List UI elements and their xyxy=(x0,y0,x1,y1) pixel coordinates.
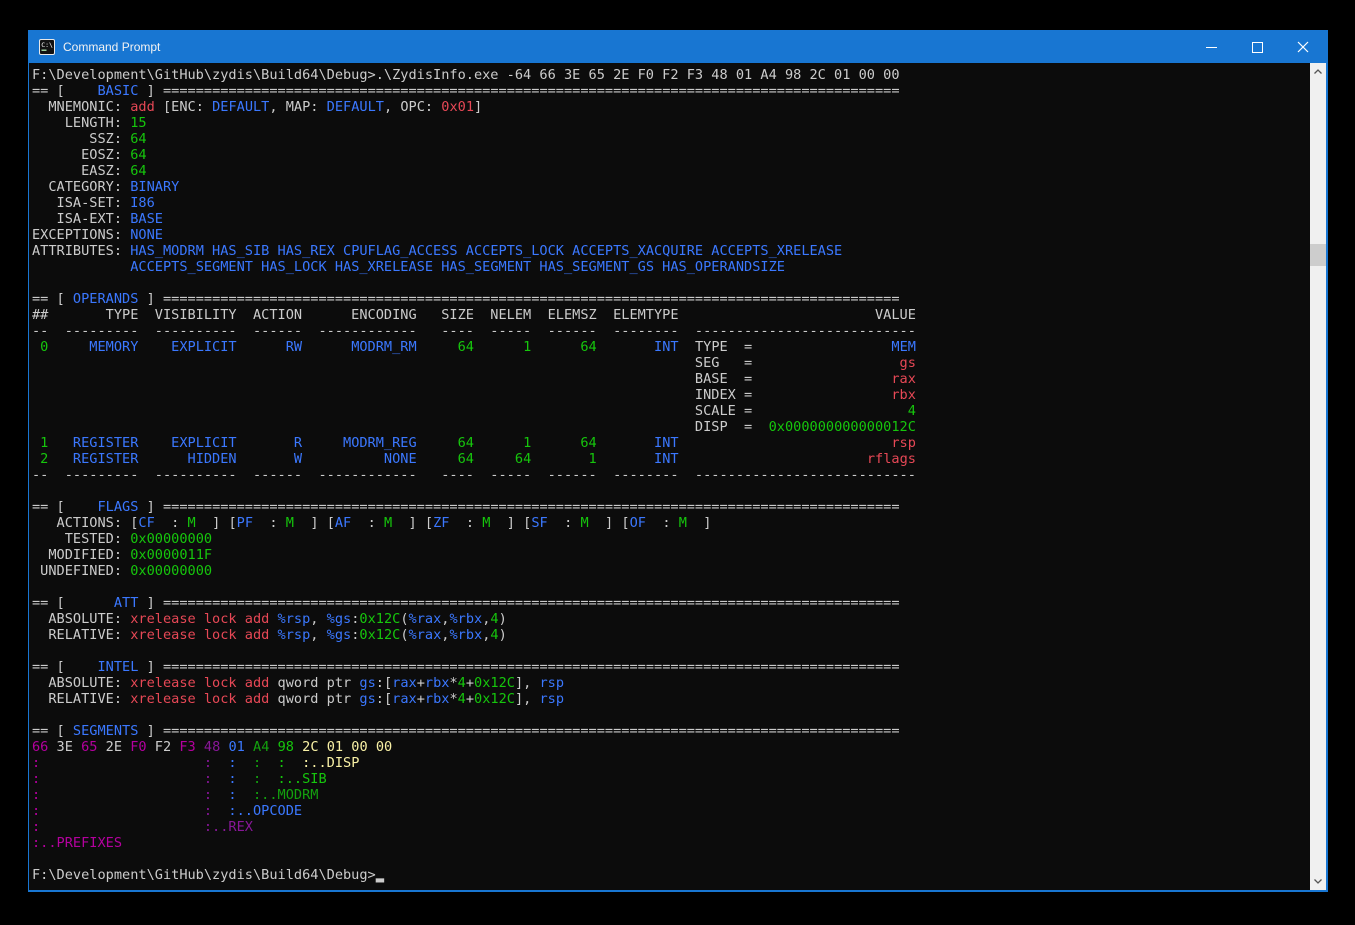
terminal-output[interactable]: F:\Development\GitHub\zydis\Build64\Debu… xyxy=(32,67,916,883)
titlebar[interactable]: C:\ Command Prompt xyxy=(29,31,1326,63)
terminal-line: == [ FLAGS ] ===========================… xyxy=(32,499,916,515)
terminal-line: ACCEPTS_SEGMENT HAS_LOCK HAS_XRELEASE HA… xyxy=(32,259,916,275)
terminal-line: : : :..OPCODE xyxy=(32,803,916,819)
terminal-line xyxy=(32,483,916,499)
window-controls xyxy=(1188,31,1326,63)
terminal-line: : : : :..MODRM xyxy=(32,787,916,803)
terminal-line: : : : : : :..DISP xyxy=(32,755,916,771)
terminal-line: RELATIVE: xrelease lock add %rsp, %gs:0x… xyxy=(32,627,916,643)
terminal-line: RELATIVE: xrelease lock add qword ptr gs… xyxy=(32,691,916,707)
scroll-up-button[interactable] xyxy=(1310,63,1326,80)
terminal-line: UNDEFINED: 0x00000000 xyxy=(32,563,916,579)
terminal-line: == [ INTEL ] ===========================… xyxy=(32,659,916,675)
terminal-line: EASZ: 64 xyxy=(32,163,916,179)
terminal-line: SEG = gs xyxy=(32,355,916,371)
terminal-line: CATEGORY: BINARY xyxy=(32,179,916,195)
terminal-line: -- --------- ---------- ------ ---------… xyxy=(32,467,916,483)
terminal-line: == [ SEGMENTS ] ========================… xyxy=(32,723,916,739)
maximize-icon xyxy=(1252,42,1263,53)
scrollbar-thumb[interactable] xyxy=(1310,244,1326,266)
terminal-line xyxy=(32,643,916,659)
terminal-line: EXCEPTIONS: NONE xyxy=(32,227,916,243)
terminal-line: == [ OPERANDS ] ========================… xyxy=(32,291,916,307)
terminal-line: TESTED: 0x00000000 xyxy=(32,531,916,547)
terminal-line: SSZ: 64 xyxy=(32,131,916,147)
terminal-line xyxy=(32,275,916,291)
terminal-line: -- --------- ---------- ------ ---------… xyxy=(32,323,916,339)
terminal-line: EOSZ: 64 xyxy=(32,147,916,163)
terminal-line: 0 MEMORY EXPLICIT RW MODRM_RM 64 1 64 IN… xyxy=(32,339,916,355)
minimize-icon xyxy=(1206,47,1217,48)
terminal-line: LENGTH: 15 xyxy=(32,115,916,131)
scrollbar[interactable] xyxy=(1310,63,1326,890)
maximize-button[interactable] xyxy=(1234,31,1280,63)
cmd-icon: C:\ xyxy=(39,39,55,55)
svg-text:C:\: C:\ xyxy=(41,41,53,49)
command-prompt-window: C:\ Command Prompt F:\Development\GitHub… xyxy=(28,30,1328,892)
terminal-line: : :..REX xyxy=(32,819,916,835)
terminal-line: ISA-SET: I86 xyxy=(32,195,916,211)
terminal-line: MNEMONIC: add [ENC: DEFAULT, MAP: DEFAUL… xyxy=(32,99,916,115)
terminal-line: BASE = rax xyxy=(32,371,916,387)
terminal-line: ACTIONS: [CF : M ] [PF : M ] [AF : M ] [… xyxy=(32,515,916,531)
window-title: Command Prompt xyxy=(63,40,1188,54)
terminal-line: ABSOLUTE: xrelease lock add qword ptr gs… xyxy=(32,675,916,691)
terminal-line: F:\Development\GitHub\zydis\Build64\Debu… xyxy=(32,67,916,83)
close-icon xyxy=(1297,41,1309,53)
terminal-line: INDEX = rbx xyxy=(32,387,916,403)
terminal-line: ISA-EXT: BASE xyxy=(32,211,916,227)
terminal-line: ABSOLUTE: xrelease lock add %rsp, %gs:0x… xyxy=(32,611,916,627)
terminal-line: F:\Development\GitHub\zydis\Build64\Debu… xyxy=(32,867,916,883)
scroll-up-icon xyxy=(1314,69,1322,74)
terminal-line: DISP = 0x000000000000012C xyxy=(32,419,916,435)
terminal-line xyxy=(32,851,916,867)
terminal-line xyxy=(32,579,916,595)
terminal-line: SCALE = 4 xyxy=(32,403,916,419)
terminal-line: 2 REGISTER HIDDEN W NONE 64 64 1 INT rfl… xyxy=(32,451,916,467)
terminal-line: == [ BASIC ] ===========================… xyxy=(32,83,916,99)
terminal-line: MODIFIED: 0x0000011F xyxy=(32,547,916,563)
terminal-line: 1 REGISTER EXPLICIT R MODRM_REG 64 1 64 … xyxy=(32,435,916,451)
minimize-button[interactable] xyxy=(1188,31,1234,63)
terminal-line: ## TYPE VISIBILITY ACTION ENCODING SIZE … xyxy=(32,307,916,323)
terminal-line: ATTRIBUTES: HAS_MODRM HAS_SIB HAS_REX CP… xyxy=(32,243,916,259)
terminal-line: 66 3E 65 2E F0 F2 F3 48 01 A4 98 2C 01 0… xyxy=(32,739,916,755)
terminal-line: == [ ATT ] =============================… xyxy=(32,595,916,611)
close-button[interactable] xyxy=(1280,31,1326,63)
terminal-line: : : : : :..SIB xyxy=(32,771,916,787)
terminal-line xyxy=(32,707,916,723)
console-content: F:\Development\GitHub\zydis\Build64\Debu… xyxy=(29,63,1326,890)
scroll-down-icon xyxy=(1314,879,1322,884)
scroll-down-button[interactable] xyxy=(1310,873,1326,890)
terminal-line: :..PREFIXES xyxy=(32,835,916,851)
